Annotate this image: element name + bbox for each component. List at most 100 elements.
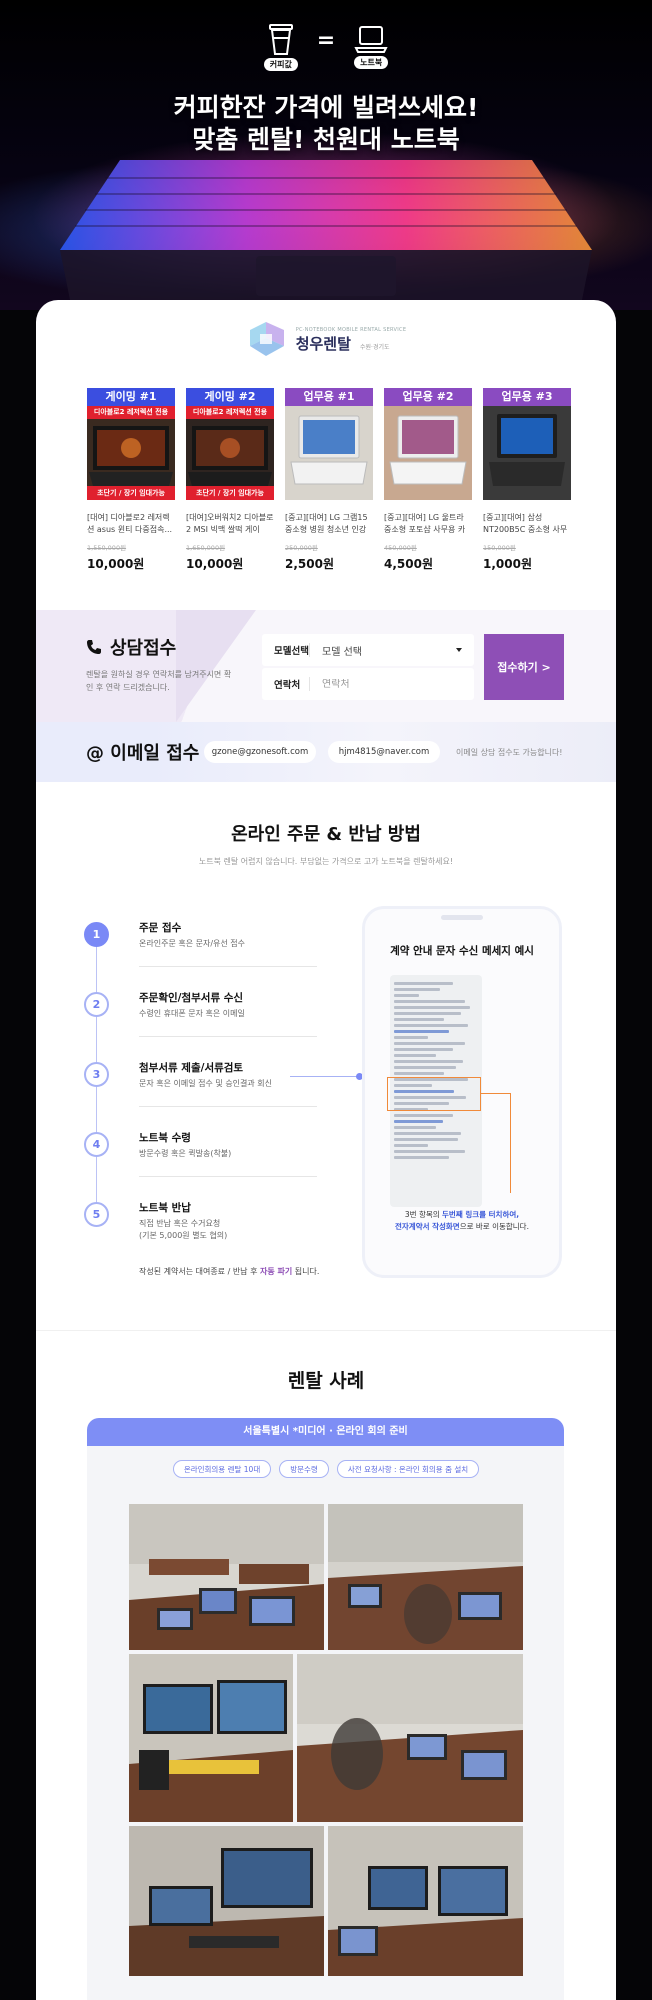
- step-number-4: 4: [84, 1132, 109, 1157]
- consult-title: 상담접수: [86, 634, 176, 660]
- product-list: 게이밍 #1 디아블로2 레저렉션 전용 초단기 / 장기 임대가능 [대여] …: [87, 388, 571, 572]
- product-promo-bottom: 초단기 / 장기 임대가능: [87, 486, 175, 500]
- caption-prefix: 3번 항목의: [404, 1210, 443, 1219]
- contact-field[interactable]: 연락처: [262, 668, 474, 700]
- order-section-subtitle: 노트북 렌탈 어렵지 않습니다. 부담없는 가격으로 고가 노트북을 렌탈하세요…: [198, 857, 454, 866]
- hero-title-line1: 커피한잔 가격에 빌려쓰세요!: [173, 93, 479, 122]
- contact-input[interactable]: [310, 678, 474, 690]
- sms-example-phone: 계약 안내 문자 수신 메세지 예시 3번 항목의 두번째 링크를 터치하여, …: [362, 906, 562, 1278]
- product-promo-top: 디아블로2 레저렉션 전용: [87, 406, 175, 419]
- product-card-gaming-2[interactable]: 게이밍 #2 디아블로2 레저렉션 전용 초단기 / 장기 임대가능 [대여]오…: [186, 388, 274, 572]
- hero-title: 커피한잔 가격에 빌려쓰세요! 맞춤 렌탈! 천원대 노트북: [0, 92, 652, 156]
- product-card-office-2[interactable]: 업무용 #2 [중고][대여] LG 울트라 중소형 포토샵 사무용 카페...…: [384, 388, 472, 572]
- section-divider: [36, 1330, 616, 1331]
- brand-subtitle: PC·NOTEBOOK MOBILE RENTAL SERVICE: [295, 326, 407, 333]
- laptop-icon: [354, 26, 388, 53]
- hero-laptop-image: [60, 160, 592, 310]
- case-tag: 방문수령: [279, 1460, 329, 1478]
- step-description: 문자 혹은 이메일 접수 및 승인결과 회신: [139, 1079, 273, 1088]
- product-image[interactable]: 업무용 #3: [483, 388, 571, 500]
- step-3: 첨부서류 제출/서류검토 문자 혹은 이메일 접수 및 승인결과 회신: [139, 1060, 317, 1090]
- case-tag: 사전 요청사항 : 온라인 회의용 줌 설치: [336, 1460, 480, 1478]
- order-section-title: 온라인 주문 & 반납 방법: [231, 824, 421, 845]
- product-badge: 업무용 #2: [384, 388, 472, 406]
- phone-caption: 3번 항목의 두번째 링크를 터치하여, 전자계약서 작성화면으로 바로 이동합…: [365, 1209, 559, 1233]
- brand-logo[interactable]: PC·NOTEBOOK MOBILE RENTAL SERVICE 청우렌탈 수…: [36, 320, 616, 360]
- step-description: 방문수령 혹은 퀵발송(착불): [139, 1149, 232, 1158]
- product-image[interactable]: 게이밍 #2 디아블로2 레저렉션 전용 초단기 / 장기 임대가능: [186, 388, 274, 500]
- caption-link: 두번째 링크를 터치하여,: [442, 1210, 520, 1219]
- brand-logo-icon: [249, 322, 284, 356]
- product-image[interactable]: 업무용 #1: [285, 388, 373, 500]
- product-description[interactable]: [대여] 디아블로2 레저렉션 asus 윈티 다중접속...: [87, 512, 175, 536]
- caption-middle: 전자계약서 작성화면: [395, 1222, 460, 1231]
- step-description: 직접 반납 혹은 수거요청 (기본 5,000원 별도 협의): [139, 1219, 228, 1240]
- consult-description: 렌탈을 원하실 경우 연락처를 남겨주시면 확인 후 연락 드리겠습니다.: [86, 670, 232, 692]
- product-description[interactable]: [중고][대여] 삼성 NT200B5C 중소형 사무용 카페...: [483, 512, 571, 536]
- product-badge: 업무용 #1: [285, 388, 373, 406]
- step-title: 노트북 수령: [139, 1132, 191, 1144]
- sms-highlight-arrow: [481, 1093, 511, 1193]
- consult-bg-shape: [176, 610, 256, 722]
- product-image[interactable]: 게이밍 #1 디아블로2 레저렉션 전용 초단기 / 장기 임대가능: [87, 388, 175, 500]
- main-card: PC·NOTEBOOK MOBILE RENTAL SERVICE 청우렌탈 수…: [36, 300, 616, 2000]
- product-card-gaming-1[interactable]: 게이밍 #1 디아블로2 레저렉션 전용 초단기 / 장기 임대가능 [대여] …: [87, 388, 175, 572]
- brand-name: 청우렌탈: [295, 334, 351, 353]
- contract-disposal-note: 작성된 계약서는 대여종료 / 반납 후 자동 파기 됩니다.: [139, 1266, 319, 1277]
- note-suffix: 됩니다.: [292, 1267, 320, 1276]
- model-select-value[interactable]: 모델 선택: [310, 643, 456, 658]
- hero-banner: 커피값 = 노트북 커피한잔 가격에 빌려쓰세요! 맞춤 렌탈! 천원대 노트북: [0, 0, 652, 310]
- model-select[interactable]: 모델선택 모델 선택: [262, 634, 474, 666]
- product-photo: [285, 406, 373, 500]
- step-divider: [139, 1176, 317, 1177]
- product-badge: 게이밍 #2: [186, 388, 274, 406]
- sms-link-highlight: [387, 1077, 481, 1111]
- step-divider: [139, 1106, 317, 1107]
- step-title: 주문확인/첨부서류 수신: [139, 992, 244, 1004]
- product-price: 2,500원: [285, 557, 334, 571]
- product-description[interactable]: [대여]오버워치2 디아블로2 MSI 빅맥 쌀떡 게이밍...: [186, 512, 274, 536]
- coffee-icon-box: 커피값: [259, 22, 303, 71]
- product-description[interactable]: [중고][대여] LG 그램15 중소형 병원 청소년 인강용...: [285, 512, 373, 536]
- chevron-down-icon[interactable]: [456, 648, 462, 652]
- step-description: 수령인 휴대폰 문자 혹은 이메일: [139, 1009, 245, 1018]
- product-card-office-1[interactable]: 업무용 #1 [중고][대여] LG 그램15 중소형 병원 청소년 인강용..…: [285, 388, 373, 572]
- case-tag: 온라인회의용 렌탈 10대: [172, 1460, 272, 1478]
- step-5: 노트북 반납 직접 반납 혹은 수거요청 (기본 5,000원 별도 협의): [139, 1200, 317, 1242]
- email-title: @ 이메일 접수: [86, 743, 200, 764]
- step-divider: [139, 1036, 317, 1037]
- product-photo: [384, 406, 472, 500]
- step-number-1: 1: [84, 922, 109, 947]
- hero-icons: 커피값 = 노트북: [0, 22, 652, 71]
- phone-notch: [441, 915, 483, 920]
- case-photo-3: [129, 1654, 293, 1822]
- product-description[interactable]: [중고][대여] LG 울트라 중소형 포토샵 사무용 카페...: [384, 512, 472, 536]
- phone-icon: [87, 640, 101, 654]
- step-number-3: 3: [84, 1062, 109, 1087]
- laptop-label: 노트북: [354, 56, 389, 69]
- product-price: 1,000원: [483, 557, 532, 571]
- product-original-price: 450,000원: [384, 544, 417, 552]
- cases-title: 렌탈 사례: [287, 1370, 365, 1392]
- product-promo-top: 디아블로2 레저렉션 전용: [186, 406, 274, 419]
- case-photo-2: [328, 1504, 523, 1650]
- product-image[interactable]: 업무용 #2: [384, 388, 472, 500]
- step3-connector-line: [290, 1076, 360, 1077]
- product-price: 4,500원: [384, 557, 433, 571]
- hero-title-line2: 맞춤 렌탈! 천원대 노트북: [192, 125, 460, 154]
- step-4: 노트북 수령 방문수령 혹은 퀵발송(착불): [139, 1130, 317, 1160]
- product-badge: 게이밍 #1: [87, 388, 175, 406]
- email-address-2[interactable]: hjm4815@naver.com: [328, 741, 440, 763]
- product-original-price: 150,000원: [483, 544, 516, 552]
- caption-suffix: 으로 바로 이동합니다.: [459, 1222, 529, 1231]
- email-address-1[interactable]: gzone@gzonesoft.com: [204, 741, 316, 763]
- brand-logo-text: PC·NOTEBOOK MOBILE RENTAL SERVICE 청우렌탈 수…: [296, 327, 407, 354]
- product-card-office-3[interactable]: 업무용 #3 [중고][대여] 삼성 NT200B5C 중소형 사무용 카페..…: [483, 388, 571, 572]
- step-title: 첨부서류 제출/서류검토: [139, 1062, 244, 1074]
- case-photo-4: [297, 1654, 523, 1822]
- case-photo-6: [328, 1826, 523, 1976]
- case-photo-1: [129, 1504, 324, 1650]
- case-tags: 온라인회의용 렌탈 10대 방문수령 사전 요청사항 : 온라인 회의용 줌 설…: [36, 1460, 616, 1478]
- email-section: @ 이메일 접수 gzone@gzonesoft.com hjm4815@nav…: [36, 722, 616, 782]
- submit-button[interactable]: 접수하기 >: [484, 634, 564, 700]
